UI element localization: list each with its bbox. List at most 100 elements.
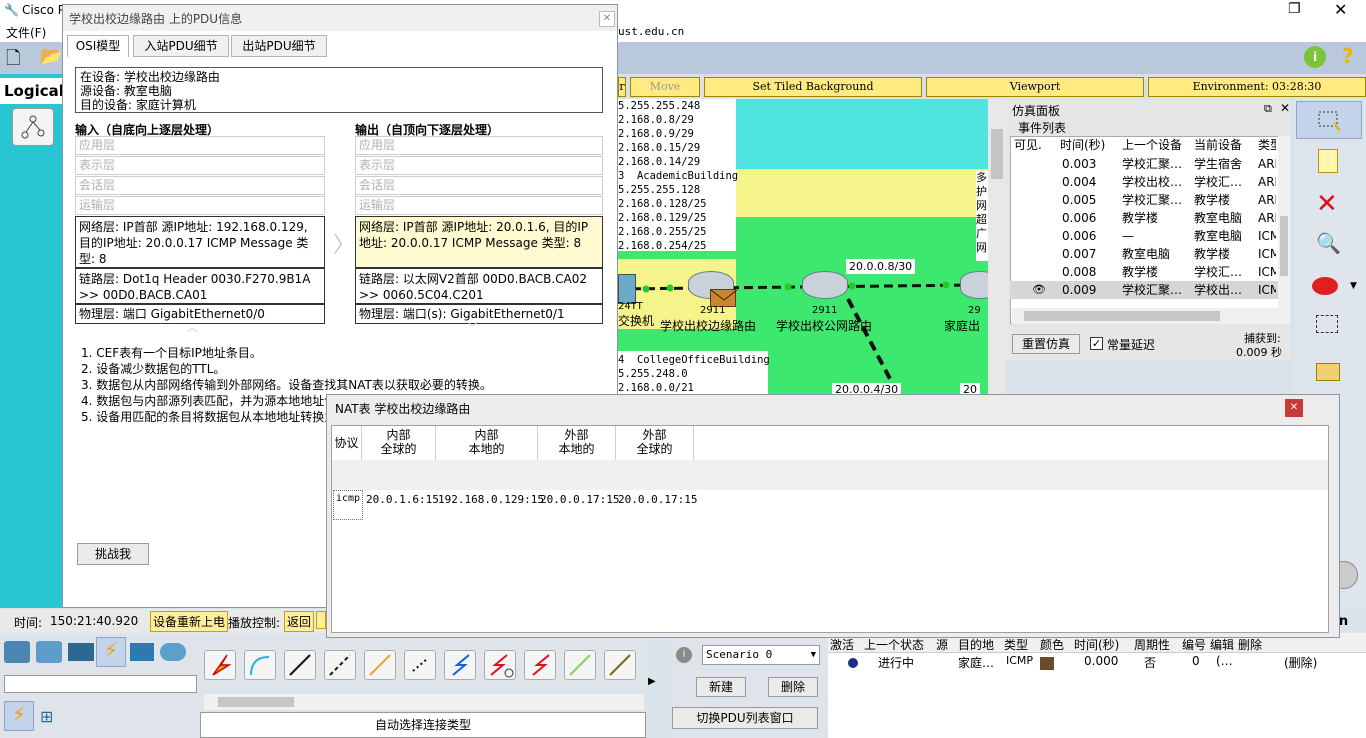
logical-view-icon[interactable] [12, 108, 54, 146]
console-cable-icon[interactable] [244, 650, 276, 680]
undock-icon[interactable]: ⧉ [1264, 102, 1272, 116]
octal-cable-icon[interactable] [564, 650, 596, 680]
viewport-button[interactable]: Viewport [926, 77, 1144, 97]
out-layer-6[interactable]: 表示层 [355, 156, 603, 175]
in-layer-5[interactable]: 会话层 [75, 176, 325, 195]
connections-sub-icon[interactable]: ⚡ [4, 701, 34, 731]
device-search-input[interactable] [4, 675, 197, 693]
switches-icon[interactable] [36, 641, 62, 663]
routers-icon[interactable] [4, 641, 30, 663]
close-icon[interactable]: ✕ [1285, 399, 1303, 417]
tab-osi-model[interactable]: OSI模型 [67, 35, 129, 57]
event-row[interactable]: 0.003 学校汇聚… 学生宿舍 ARP [1010, 155, 1280, 173]
event-scrollbar[interactable] [1278, 136, 1290, 324]
nat-cell-inside-global: 20.0.1.6:15 [366, 493, 439, 506]
event-hscroll[interactable] [1012, 308, 1278, 324]
note-icon[interactable] [1318, 149, 1338, 173]
event-row[interactable]: 0.005 学校汇聚… 教学楼 ARP [1010, 191, 1280, 209]
close-icon[interactable]: ✕ [1280, 101, 1290, 115]
pdu-delete[interactable]: (删除) [1284, 654, 1317, 671]
copper-cross-icon[interactable] [324, 650, 356, 680]
open-folder-icon[interactable]: 📂 [40, 46, 62, 67]
help-icon[interactable]: ? [1342, 44, 1354, 68]
pdu-list-row[interactable]: 进行中 家庭… ICMP 0.000 否 0 (… (删除) [848, 654, 1366, 672]
ws-btn-partial[interactable]: r [618, 77, 626, 97]
inspect-icon[interactable]: 🔍 [1316, 231, 1341, 255]
iot-cable-icon[interactable] [604, 650, 636, 680]
logical-tab[interactable]: Logical [0, 78, 64, 104]
copper-straight-icon[interactable] [284, 650, 316, 680]
back-button[interactable]: 返回 [284, 611, 315, 632]
reset-simulation-button[interactable]: 重置仿真 [1012, 334, 1080, 354]
restore-icon[interactable]: ❐ [1288, 1, 1301, 17]
wan-cloud-icon[interactable] [160, 643, 186, 661]
new-file-icon[interactable]: 🗋 [6, 46, 20, 76]
toggle-pdu-list-button[interactable]: 切换PDU列表窗口 [672, 707, 818, 729]
new-scenario-button[interactable]: 新建 [696, 677, 746, 697]
switch-icon[interactable] [618, 274, 636, 304]
grid-icon[interactable]: ⊞ [40, 707, 53, 726]
scenario-select[interactable]: Scenario 0 ▼ [702, 645, 820, 665]
out-layer-physical[interactable]: 物理层: 端口(s): GigabitEthernet0/1 [355, 304, 603, 324]
event-row[interactable]: 0.008 教学楼 学校汇… ICMP [1010, 263, 1280, 281]
info-icon[interactable]: i [1304, 46, 1326, 68]
move-object-button[interactable]: Move Object [630, 77, 700, 111]
pdu-edit[interactable]: (… [1216, 654, 1233, 668]
event-row[interactable]: 0.006 教学楼 教室电脑 ARP [1010, 209, 1280, 227]
public-router-icon[interactable] [802, 271, 848, 299]
out-layer-network[interactable]: 网络层: IP首部 源IP地址: 20.0.1.6, 目的IP地址: 20.0.… [355, 216, 603, 268]
in-layer-physical[interactable]: 物理层: 端口 GigabitEthernet0/0 [75, 304, 325, 324]
event-row[interactable]: 0.006 — 教室电脑 ICMP [1010, 227, 1280, 245]
out-layer-7[interactable]: 应用层 [355, 136, 603, 155]
in-layer-link[interactable]: 链路层: Dot1q Header 0030.F270.9B1A >> 00D0… [75, 268, 325, 304]
in-layer-network[interactable]: 网络层: IP首部 源IP地址: 192.168.0.129, 目的IP地址: … [75, 216, 325, 268]
in-layer-7[interactable]: 应用层 [75, 136, 325, 155]
event-row[interactable]: 👁 0.009 学校汇聚… 学校出… ICMP [1010, 281, 1280, 299]
out-layer-link[interactable]: 链路层: 以太网V2首部 00D0.BACB.CA02 >> 0060.5C04… [355, 268, 603, 304]
close-icon[interactable]: ✕ [1334, 0, 1347, 19]
out-layer-4[interactable]: 运输层 [355, 196, 603, 215]
constant-delay-checkbox[interactable]: ✓ [1090, 337, 1103, 350]
dropdown-arrow-icon[interactable]: ▼ [1350, 281, 1357, 291]
event-hscroll-thumb[interactable] [1024, 311, 1220, 321]
event-row[interactable]: 0.004 学校出校… 学校汇… ARP [1010, 173, 1280, 191]
add-simple-pdu-icon[interactable] [1316, 363, 1340, 381]
serial-dce-icon[interactable] [484, 650, 516, 680]
resize-tool-icon[interactable] [1316, 315, 1338, 333]
close-icon[interactable]: ✕ [599, 11, 615, 27]
delete-icon[interactable]: ✕ [1316, 189, 1338, 219]
set-tiled-background-button[interactable]: Set Tiled Background [704, 77, 922, 97]
coaxial-icon[interactable] [444, 650, 476, 680]
event-time: 0.003 [1062, 157, 1097, 171]
tab-outbound-pdu[interactable]: 出站PDU细节 [231, 35, 327, 57]
home-router-icon[interactable] [960, 271, 988, 299]
canvas-scrollbar-thumb[interactable] [991, 129, 1003, 179]
event-list-tab[interactable]: 事件列表 [1012, 119, 1282, 137]
connections-icon[interactable]: ⚡ [96, 637, 126, 667]
auto-connection-icon[interactable] [204, 650, 236, 680]
auto-button[interactable] [316, 611, 326, 629]
out-layer-5[interactable]: 会话层 [355, 176, 603, 195]
menu-file[interactable]: 文件(F) [6, 24, 46, 41]
select-tool-icon[interactable] [1296, 101, 1362, 139]
end-devices-icon[interactable] [130, 643, 154, 661]
hubs-icon[interactable] [68, 643, 94, 661]
canvas-scrollbar[interactable] [988, 99, 1006, 394]
fiber-icon[interactable] [364, 650, 396, 680]
event-scrollbar-thumb[interactable] [1280, 216, 1288, 276]
event-row[interactable]: 0.007 教室电脑 教学楼 ICMP [1010, 245, 1280, 263]
topology-canvas[interactable]: 5.255.255.248 2.168.0.8/29 2.168.0.9/29 2.1… [618, 99, 988, 394]
delete-scenario-button[interactable]: 删除 [768, 677, 818, 697]
expand-arrow-icon[interactable]: ▶ [648, 676, 656, 687]
in-layer-6[interactable]: 表示层 [75, 156, 325, 175]
phone-cable-icon[interactable] [404, 650, 436, 680]
power-cycle-button[interactable]: 设备重新上电 [150, 611, 229, 632]
conn-hscroll[interactable] [204, 694, 644, 710]
draw-ellipse-icon[interactable] [1312, 277, 1338, 295]
tab-inbound-pdu[interactable]: 入站PDU细节 [133, 35, 229, 57]
challenge-me-button[interactable]: 挑战我 [77, 543, 149, 565]
in-layer-4[interactable]: 运输层 [75, 196, 325, 215]
serial-dte-icon[interactable] [524, 650, 556, 680]
scenario-info-icon[interactable]: i [676, 647, 692, 663]
conn-hscroll-thumb[interactable] [218, 697, 294, 707]
